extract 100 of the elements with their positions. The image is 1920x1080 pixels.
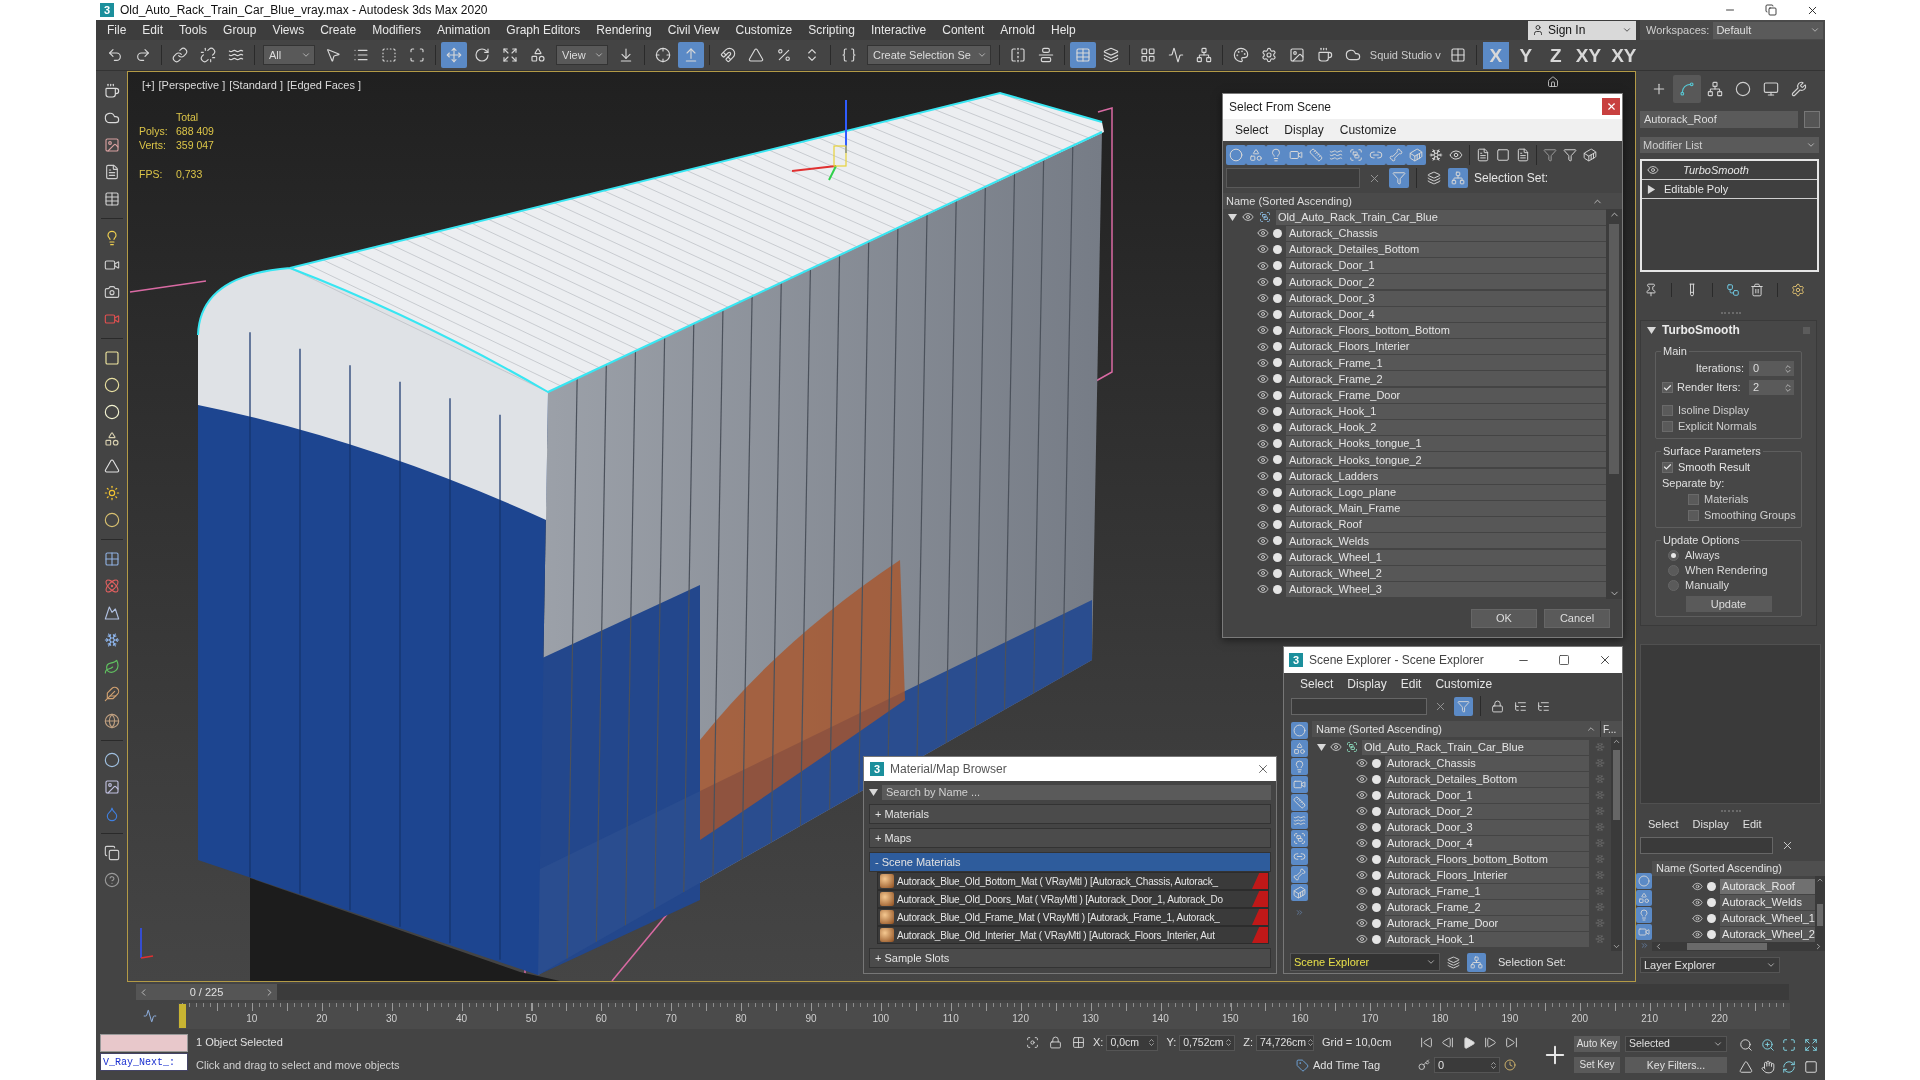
tree-item[interactable]: Autorack_Detailes_Bottom (1385, 771, 1589, 787)
material-item[interactable]: Autorack_Blue_Old_Frame_Mat ( VRayMtl ) [Autorack_Frame_1, Autorack_ (877, 908, 1269, 926)
menu-item[interactable]: Edit (1396, 674, 1426, 693)
track-bar[interactable]: 10 20 30 40 50 60 70 80 90 100 110 120 130 140 150 160 170 180 190 200 210 220 (178, 1003, 1790, 1029)
snowflake-icon[interactable] (1429, 148, 1443, 162)
wrench-icon[interactable] (1791, 81, 1807, 97)
key-mode-dropdown[interactable]: Selected (1625, 1036, 1727, 1052)
step-back-icon[interactable] (1441, 1036, 1454, 1049)
eye-icon[interactable] (1257, 486, 1269, 499)
eye-icon[interactable] (1356, 757, 1368, 769)
menu-item[interactable]: Modifiers (364, 21, 429, 39)
tree-item[interactable]: Autorack_Hook_1 (1286, 403, 1606, 419)
square-icon[interactable] (1803, 1060, 1818, 1074)
scan-icon[interactable] (409, 47, 425, 63)
expand-caret-icon[interactable] (1317, 742, 1326, 752)
pulse-line-icon[interactable] (143, 1009, 157, 1023)
list-tree-icon[interactable] (1537, 699, 1550, 713)
lightbulb-icon[interactable] (1290, 758, 1308, 775)
network-icon[interactable] (1467, 952, 1486, 972)
stack-item[interactable]: TurboSmooth (1642, 161, 1817, 180)
viewport-label[interactable]: [Standard ] (229, 77, 283, 94)
restore-icon[interactable] (1765, 4, 1777, 16)
pulse-line-icon[interactable] (1167, 47, 1184, 63)
search-field[interactable]: Search by Name ... (882, 785, 1271, 800)
stack-item[interactable]: Editable Poly (1642, 180, 1817, 199)
grid-icon[interactable] (1072, 1036, 1085, 1049)
close-icon[interactable] (1598, 653, 1612, 667)
eye-icon[interactable] (1692, 912, 1704, 924)
tree-item[interactable]: Autorack_Door_4 (1385, 835, 1589, 851)
flip-icon[interactable] (1009, 47, 1026, 63)
tree-item[interactable]: Autorack_Welds (1286, 533, 1606, 549)
help-icon[interactable] (103, 872, 120, 888)
palette-icon[interactable] (1232, 47, 1249, 63)
video-camera-icon[interactable] (1286, 145, 1306, 165)
add-time-tag-button[interactable]: Add Time Tag (1296, 1056, 1381, 1074)
tree-item[interactable]: Autorack_Detailes_Bottom (1286, 241, 1606, 257)
section-header[interactable]: + Maps (869, 828, 1271, 848)
scrollbar-thumb[interactable] (1817, 904, 1823, 926)
expand-arrows-icon[interactable] (502, 47, 518, 63)
atom-icon[interactable] (103, 578, 120, 594)
circle-icon[interactable] (103, 752, 120, 768)
coordinate-field[interactable]: 0,0cm (1106, 1034, 1159, 1051)
checkbox[interactable] (1662, 382, 1673, 393)
menu-item[interactable]: Select (1230, 121, 1274, 139)
spinner-field[interactable]: 0 (1749, 361, 1794, 376)
eye-icon[interactable] (1257, 453, 1269, 466)
menu-item[interactable]: Select (1648, 815, 1679, 833)
coordinate-field[interactable]: 74,726cm (1256, 1034, 1314, 1051)
leaf-icon[interactable] (103, 659, 120, 675)
modifier-list-dropdown[interactable]: Modifier List (1640, 137, 1819, 153)
grid-icon[interactable] (1449, 47, 1466, 63)
circle-icon[interactable] (1735, 81, 1751, 97)
eye-icon[interactable] (1356, 901, 1368, 913)
menu-item[interactable]: Tools (171, 21, 216, 39)
clear-icon[interactable] (1781, 839, 1794, 852)
feather-icon[interactable] (103, 686, 120, 702)
tree-item[interactable]: Autorack_Floors_bottom_Bottom (1385, 851, 1589, 867)
listener-output[interactable]: V_Ray_Next_: (100, 1053, 188, 1071)
cloud-icon[interactable] (1344, 47, 1361, 63)
network-icon[interactable] (1707, 81, 1723, 97)
tree-item[interactable]: Old_Auto_Rack_Train_Car_Blue (1362, 739, 1589, 755)
column-header[interactable]: Name (Sorted Ascending) (1312, 721, 1600, 737)
expand-caret-icon[interactable] (1647, 184, 1656, 194)
tree-item[interactable]: Autorack_Hook_2 (1286, 420, 1606, 436)
document-icon[interactable] (1476, 148, 1490, 162)
tree-item[interactable]: Autorack_Frame_Door (1385, 915, 1589, 931)
rotate-icon[interactable] (474, 47, 490, 63)
network-icon[interactable] (1195, 47, 1212, 63)
coordinate-field[interactable]: 0,752cm (1179, 1034, 1236, 1051)
bone-icon[interactable] (1290, 866, 1308, 883)
material-item[interactable]: Autorack_Blue_Old_Bottom_Mat ( VRayMtl ) [Autorack_Chassis, Autorack_ (877, 872, 1269, 890)
tree-item[interactable]: Autorack_Frame_2 (1286, 371, 1606, 387)
image-icon[interactable] (103, 137, 120, 153)
filter-icon[interactable] (1543, 148, 1557, 162)
sign-in-dropdown[interactable]: Sign In (1528, 20, 1636, 40)
eye-icon[interactable] (1692, 896, 1704, 908)
layer-item[interactable]: Autorack_Roof (1720, 878, 1815, 894)
menu-item[interactable]: Edit (1742, 815, 1762, 833)
waves-icon[interactable] (1290, 812, 1308, 829)
video-camera-icon[interactable] (103, 257, 120, 273)
frame-field[interactable]: 0 (1434, 1057, 1500, 1073)
menu-item[interactable]: Arnold (992, 21, 1043, 39)
menu-item[interactable]: Scripting (800, 21, 863, 39)
group-icon[interactable] (1290, 830, 1308, 847)
menu-item[interactable]: Views (264, 21, 313, 39)
cup-icon[interactable] (103, 83, 120, 99)
eye-icon[interactable] (1257, 405, 1269, 418)
rollout-title[interactable]: TurboSmooth (1662, 321, 1740, 339)
eye-icon[interactable] (1257, 340, 1269, 353)
search-field[interactable] (1640, 837, 1773, 854)
tree-item[interactable]: Autorack_Door_1 (1385, 787, 1589, 803)
eye-icon[interactable] (1257, 292, 1269, 305)
eye-icon[interactable] (1257, 324, 1269, 337)
menu-item[interactable]: Create (312, 21, 365, 39)
eye-icon[interactable] (1257, 551, 1269, 564)
circle-icon[interactable] (103, 512, 120, 528)
listener-field[interactable] (100, 1034, 188, 1052)
material-item[interactable]: Autorack_Blue_Old_Doors_Mat ( VRayMtl ) [Autorack_Door_1, Autorack_Do (877, 890, 1269, 908)
tree-item[interactable]: Autorack_Wheel_2 (1286, 565, 1606, 581)
tree-item[interactable]: Autorack_Frame_1 (1385, 883, 1589, 899)
